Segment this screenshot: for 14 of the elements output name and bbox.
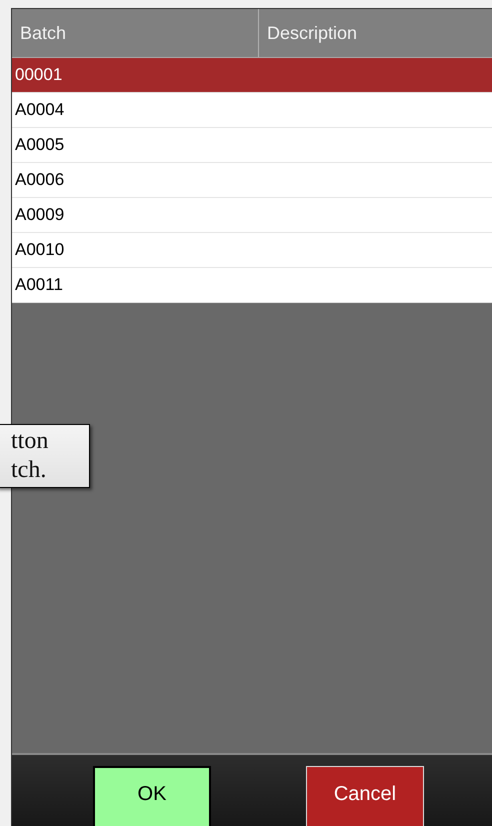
tooltip-text: tch. [11,456,48,485]
table-row[interactable]: 00001 [12,58,492,93]
table-cell-text: 00001 [14,65,62,85]
tooltip-text: tton [11,427,50,456]
column-header[interactable]: Description [259,9,492,57]
table-cell-text: A0009 [14,205,64,225]
column-header[interactable]: Batch [12,9,259,57]
cancel-button[interactable]: Cancel [306,766,424,826]
ok-button[interactable]: OK [93,766,211,826]
table-cell-text: A0004 [14,100,64,120]
table-cell-text: A0006 [14,170,64,190]
table-cell-text: A0011 [14,275,63,295]
table-cell-text: A0005 [14,135,64,155]
table-cell-text: A0010 [14,240,64,260]
